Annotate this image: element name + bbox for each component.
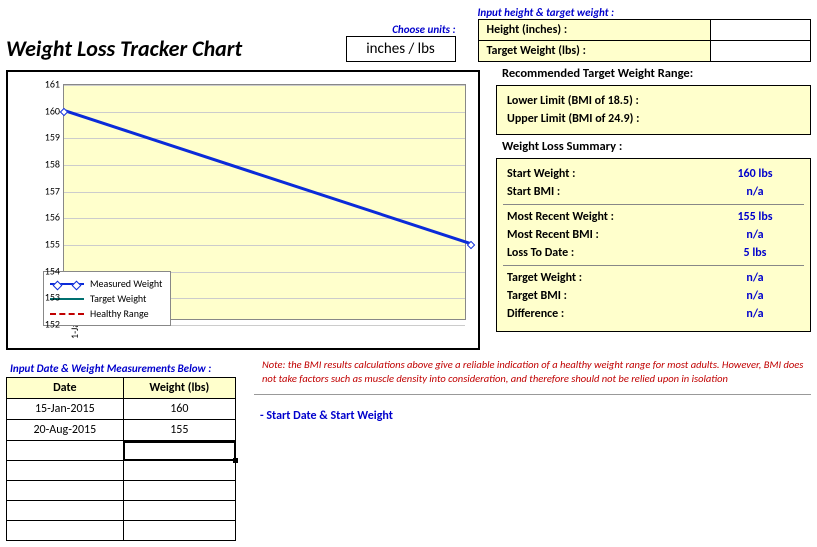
start-weight-label: Start Weight : [507,167,710,181]
table-cell-date[interactable]: 20-Aug-2015 [7,420,124,441]
divider [254,394,811,395]
height-label: Height (inches) : [479,20,711,41]
range-head: Recommended Target Weight Range: [496,62,811,85]
col-weight: Weight (lbs) [123,378,235,399]
ytick: 158 [38,158,60,171]
diff-value: n/a [710,307,800,321]
summary-panel: Start Weight :160 lbs Start BMI :n/a Mos… [496,158,811,332]
ytick: 156 [38,211,60,224]
col-date: Date [7,378,124,399]
start-date-note: - Start Date & Start Weight [254,399,811,423]
table-cell-weight[interactable] [123,461,235,481]
ytick: 155 [38,238,60,251]
table-cell-weight[interactable]: 155 [123,420,235,441]
table-cell-weight[interactable] [123,521,235,541]
units-prompt: Choose units : [340,23,456,36]
table-cell-date[interactable] [7,441,124,461]
page-title: Weight Loss Tracker Chart [6,35,340,62]
table-cell-date[interactable] [7,521,124,541]
table-cell-weight[interactable]: 160 [123,399,235,420]
height-target-panel: Height (inches) : Target Weight (lbs) : [478,19,812,62]
range-panel: Lower Limit (BMI of 18.5) : Upper Limit … [496,85,811,135]
line-icon [50,313,84,315]
recent-bmi-label: Most Recent BMI : [507,228,710,242]
upper-limit-label: Upper Limit (BMI of 24.9) : [507,110,800,128]
legend-range: Healthy Range [90,307,149,320]
target-weight-label: Target Weight (lbs) : [479,41,711,61]
height-input[interactable] [710,20,810,41]
units-select[interactable]: inches / lbs [346,36,456,62]
start-bmi-label: Start BMI : [507,185,710,199]
loss-value: 5 lbs [710,246,800,260]
table-cell-date[interactable]: 15-Jan-2015 [7,399,124,420]
weight-chart: 1-Jan Measured Weight Target Weight Heal… [6,70,480,350]
loss-label: Loss To Date : [507,246,710,260]
ytick: 152 [38,318,60,331]
ytick: 157 [38,184,60,197]
bmi-note: Note: the BMI results calculations above… [254,356,811,392]
target-weight-value: n/a [710,271,800,285]
chart-legend: Measured Weight Target Weight Healthy Ra… [43,271,171,326]
line-icon [50,283,84,285]
ytick: 159 [38,131,60,144]
input-ht-prompt: Input height & target weight : [478,6,812,19]
target-bmi-label: Target BMI : [507,289,710,303]
target-weight-input[interactable] [710,41,810,61]
ytick: 153 [38,291,60,304]
table-cell-weight[interactable] [123,481,235,501]
table-cell-date[interactable] [7,481,124,501]
recent-weight-label: Most Recent Weight : [507,210,710,224]
ytick: 161 [38,78,60,91]
ytick: 154 [38,264,60,277]
ytick: 160 [38,104,60,117]
table-cell-date[interactable] [7,461,124,481]
legend-target: Target Weight [90,292,146,305]
recent-bmi-value: n/a [710,228,800,242]
start-bmi-value: n/a [710,185,800,199]
start-weight-value: 160 lbs [710,167,800,181]
recent-weight-value: 155 lbs [710,210,800,224]
input-below-prompt: Input Date & Weight Measurements Below : [6,356,250,377]
lower-limit-label: Lower Limit (BMI of 18.5) : [507,92,800,110]
table-cell-weight[interactable] [123,441,235,461]
diff-label: Difference : [507,307,710,321]
legend-measured: Measured Weight [90,277,162,290]
target-bmi-value: n/a [710,289,800,303]
target-weight-label-s: Target Weight : [507,271,710,285]
measurements-table: DateWeight (lbs) 15-Jan-201516020-Aug-20… [6,377,236,541]
summary-head: Weight Loss Summary : [496,135,811,158]
